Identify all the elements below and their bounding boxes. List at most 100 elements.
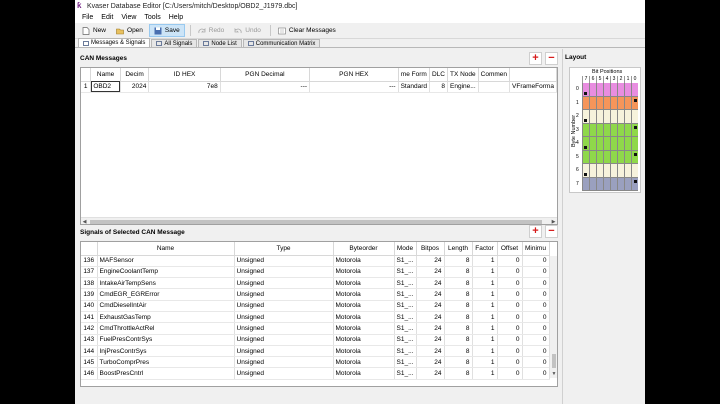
bitpos-cell[interactable]: 24 (416, 356, 445, 369)
undo-button[interactable]: Undo (230, 24, 265, 37)
bitpos-cell[interactable]: 24 (416, 334, 445, 346)
bit-cell[interactable] (624, 177, 631, 190)
minimum-cell[interactable]: 0 (522, 345, 550, 358)
offset-cell[interactable]: 0 (497, 300, 523, 312)
bitpos-cell[interactable]: 24 (416, 277, 445, 290)
bit-cell[interactable] (631, 164, 638, 177)
bit-cell[interactable] (617, 83, 624, 96)
mode-cell[interactable]: S1_... (394, 311, 417, 324)
bitpos-cell[interactable]: 24 (416, 255, 445, 267)
factor-cell[interactable]: 1 (472, 367, 498, 380)
table-row[interactable]: 145 TurboComprPres Unsigned Motorola S1_... 2… (81, 356, 550, 369)
byteorder-cell[interactable]: Motorola (333, 356, 395, 369)
menu-help[interactable]: Help (165, 14, 187, 21)
length-cell[interactable]: 8 (444, 311, 473, 324)
byteorder-cell[interactable]: Motorola (333, 288, 395, 301)
table-row[interactable]: 142 CmdThrottleActRel Unsigned Motorola S1_.… (81, 322, 550, 335)
signal-type-cell[interactable]: Unsigned (234, 322, 334, 335)
signal-type-cell[interactable]: Unsigned (234, 300, 334, 312)
bit-cell[interactable] (596, 123, 603, 136)
offset-cell[interactable]: 0 (497, 356, 523, 369)
remove-message-button[interactable]: − (545, 52, 558, 65)
table-row[interactable]: 137 EngineCoolantTemp Unsigned Motorola S1_.… (81, 266, 550, 279)
bit-cell[interactable] (610, 137, 617, 150)
bit-cell[interactable] (603, 123, 610, 136)
signal-type-cell[interactable]: Unsigned (234, 311, 334, 324)
offset-cell[interactable]: 0 (497, 255, 523, 267)
byteorder-cell[interactable]: Motorola (333, 311, 395, 324)
mode-cell[interactable]: S1_... (394, 356, 417, 369)
bit-cell[interactable] (596, 96, 603, 109)
column-header-offset[interactable]: Offset (497, 242, 523, 256)
byteorder-cell[interactable]: Motorola (333, 322, 395, 335)
tab-all-signals[interactable]: All Signals (151, 39, 198, 47)
column-header-tx-node[interactable]: TX Node (447, 68, 479, 82)
mode-cell[interactable]: S1_... (394, 288, 417, 301)
length-cell[interactable]: 8 (444, 255, 473, 267)
table-row[interactable]: 140 CmdDieselIntAir Unsigned Motorola S1_...… (81, 300, 550, 312)
offset-cell[interactable]: 0 (497, 322, 523, 335)
length-cell[interactable]: 8 (444, 345, 473, 358)
bit-cell[interactable] (589, 110, 596, 123)
factor-cell[interactable]: 1 (472, 255, 498, 267)
length-cell[interactable]: 8 (444, 322, 473, 335)
factor-cell[interactable]: 1 (472, 300, 498, 312)
bit-cell[interactable] (603, 96, 610, 109)
bit-cell[interactable] (624, 137, 631, 150)
mode-cell[interactable]: S1_... (394, 300, 417, 312)
bitpos-cell[interactable]: 24 (416, 311, 445, 324)
frame-format-cell[interactable]: Standard (398, 81, 430, 93)
column-header-frame-format[interactable]: me Form (398, 68, 430, 82)
table-row[interactable]: 146 BoostPresCntrl Unsigned Motorola S1_... 2… (81, 367, 550, 380)
bit-cell[interactable] (610, 177, 617, 190)
bit-cell[interactable] (610, 96, 617, 109)
bit-cell[interactable] (589, 150, 596, 163)
offset-cell[interactable]: 0 (497, 277, 523, 290)
bit-cell[interactable] (589, 96, 596, 109)
bit-cell[interactable] (610, 150, 617, 163)
minimum-cell[interactable]: 0 (522, 255, 550, 267)
mode-cell[interactable]: S1_... (394, 255, 417, 267)
minimum-cell[interactable]: 0 (522, 277, 550, 290)
attribute-cell[interactable]: VFrameForma (509, 81, 557, 93)
minimum-cell[interactable]: 0 (522, 311, 550, 324)
length-cell[interactable]: 8 (444, 334, 473, 346)
factor-cell[interactable]: 1 (472, 311, 498, 324)
signal-name-cell[interactable]: TurboComprPres (97, 356, 235, 369)
save-button[interactable]: Save (148, 24, 185, 37)
byte-cells[interactable] (582, 177, 638, 191)
comment-cell[interactable] (478, 81, 511, 93)
minimum-cell[interactable]: 0 (522, 334, 550, 346)
bit-cell[interactable] (596, 164, 603, 177)
offset-cell[interactable]: 0 (497, 367, 523, 380)
bit-cell[interactable] (582, 123, 589, 136)
bit-cell[interactable] (589, 164, 596, 177)
column-header-bitpos[interactable]: Bitpos (416, 242, 445, 256)
bit-cell[interactable] (624, 110, 631, 123)
signal-type-cell[interactable]: Unsigned (234, 255, 334, 267)
length-cell[interactable]: 8 (444, 288, 473, 301)
signal-name-cell[interactable]: InjPresContrSys (97, 345, 235, 358)
bit-cell[interactable] (617, 110, 624, 123)
menu-edit[interactable]: Edit (97, 14, 117, 21)
signal-name-cell[interactable]: MAFSensor (97, 255, 235, 267)
table-row[interactable]: 141 ExhaustGasTemp Unsigned Motorola S1_... 2… (81, 311, 550, 324)
byteorder-cell[interactable]: Motorola (333, 266, 395, 279)
bitpos-cell[interactable]: 24 (416, 300, 445, 312)
bit-cell[interactable] (582, 150, 589, 163)
bit-cell[interactable] (596, 137, 603, 150)
signal-name-cell[interactable]: CmdDieselIntAir (97, 300, 235, 312)
bit-cell[interactable] (624, 164, 631, 177)
signal-type-cell[interactable]: Unsigned (234, 288, 334, 301)
message-id-hex-cell[interactable]: 7e8 (148, 81, 221, 93)
bit-cell[interactable] (603, 177, 610, 190)
signal-name-cell[interactable]: ExhaustGasTemp (97, 311, 235, 324)
byteorder-cell[interactable]: Motorola (333, 367, 395, 380)
message-name-cell[interactable]: OBD2 (90, 81, 121, 93)
scroll-down-icon[interactable]: ▼ (550, 371, 557, 378)
minimum-cell[interactable]: 0 (522, 356, 550, 369)
length-cell[interactable]: 8 (444, 300, 473, 312)
offset-cell[interactable]: 0 (497, 345, 523, 358)
signal-type-cell[interactable]: Unsigned (234, 277, 334, 290)
byteorder-cell[interactable]: Motorola (333, 300, 395, 312)
